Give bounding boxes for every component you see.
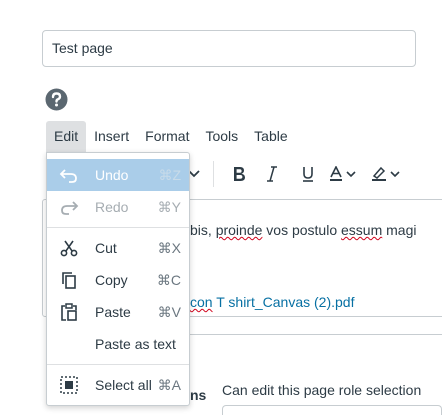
menu-item-cut[interactable]: Cut ⌘X: [47, 232, 189, 264]
highlight-color-icon[interactable]: [368, 158, 404, 190]
menu-item-select-all[interactable]: Select all ⌘A: [47, 369, 189, 401]
can-edit-role-select[interactable]: [222, 405, 442, 415]
help-icon[interactable]: [45, 88, 68, 111]
toolbar-divider: [213, 161, 214, 187]
page-title-input[interactable]: Test page: [42, 30, 416, 67]
menu-table[interactable]: Table: [246, 121, 295, 152]
bold-icon[interactable]: [224, 158, 254, 190]
menu-separator: [47, 227, 189, 228]
menu-item-paste[interactable]: Paste ⌘V: [47, 296, 189, 328]
editor-menubar: Edit Insert Format Tools Table: [46, 121, 296, 152]
menu-edit[interactable]: Edit: [46, 121, 87, 152]
underline-icon[interactable]: [290, 158, 326, 190]
undo-icon: [59, 165, 79, 185]
scissors-icon: [59, 238, 79, 258]
menu-item-redo[interactable]: Redo ⌘Y: [47, 191, 189, 223]
text-color-icon[interactable]: [326, 158, 362, 190]
edit-menu-dropdown: Undo ⌘Z Redo ⌘Y Cut ⌘X Copy ⌘C Paste ⌘V …: [46, 152, 190, 406]
copy-icon: [59, 270, 79, 290]
menu-insert[interactable]: Insert: [86, 121, 137, 152]
can-edit-label: Can edit this page role selection: [222, 382, 422, 398]
menu-format[interactable]: Format: [137, 121, 197, 152]
menu-item-copy[interactable]: Copy ⌘C: [47, 264, 189, 296]
menu-tools[interactable]: Tools: [197, 121, 246, 152]
select-all-icon: [59, 375, 79, 395]
menu-item-undo[interactable]: Undo ⌘Z: [47, 159, 189, 191]
options-heading: ns: [190, 387, 207, 403]
redo-icon: [59, 197, 79, 217]
section-divider: [190, 334, 442, 335]
file-link[interactable]: con T shirt_Canvas (2).pdf: [190, 294, 354, 310]
italic-icon[interactable]: [254, 158, 290, 190]
editor-paragraph: bis, proinde vos postulo essum magi: [190, 222, 417, 238]
paste-icon: [59, 302, 79, 322]
menu-separator: [47, 364, 189, 365]
editor-toolbar: [185, 158, 404, 190]
menu-item-paste-as-text[interactable]: Paste as text: [47, 328, 189, 360]
